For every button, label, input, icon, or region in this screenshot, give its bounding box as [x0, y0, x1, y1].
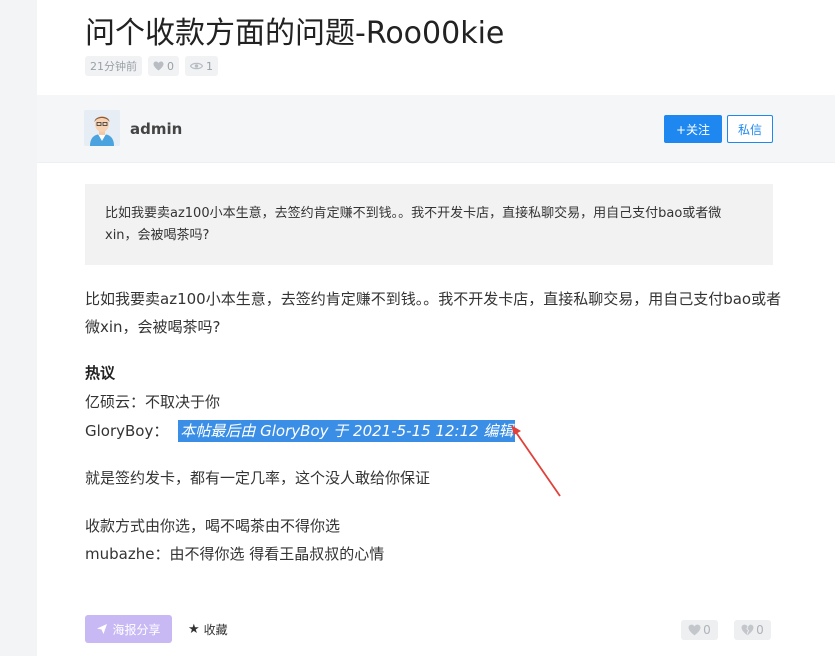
comment-user: GloryBoy — [85, 422, 154, 440]
user-avatar-icon — [84, 110, 120, 146]
like-button[interactable]: 0 — [681, 620, 718, 640]
heart-icon — [153, 61, 164, 71]
views-badge: 1 — [185, 56, 218, 76]
comment-line: GloryBoy： 本帖最后由 GloryBoy 于 2021-5-15 12:1… — [85, 420, 516, 442]
dislike-button[interactable]: 0 — [734, 620, 771, 640]
red-arrow-annotation — [511, 425, 561, 497]
hot-discussion-heading: 热议 — [85, 364, 116, 382]
author-bar: admin +关注 私信 — [37, 95, 835, 163]
eye-icon — [190, 62, 203, 70]
reply-line: 收款方式由你选，喝不喝茶由不得你选 — [85, 517, 341, 535]
follow-button[interactable]: +关注 — [664, 115, 722, 143]
comment-user: 亿硕云 — [85, 393, 131, 411]
broken-heart-icon — [741, 624, 754, 636]
post-body: 比如我要卖az100小本生意，去签约肯定赚不到钱。。我不开发卡店，直接私聊交易，… — [85, 290, 782, 336]
message-button[interactable]: 私信 — [727, 115, 773, 143]
post-card: 问个收款方面的问题-Roo00kie 21分钟前 0 1 admin +关注 私… — [37, 0, 835, 656]
avatar[interactable] — [84, 110, 120, 146]
author-name[interactable]: admin — [130, 120, 182, 138]
paper-plane-icon — [97, 624, 108, 634]
star-icon: ★ — [188, 622, 200, 637]
poster-share-button[interactable]: 海报分享 — [85, 615, 172, 643]
edit-note-highlight: 本帖最后由 GloryBoy 于 2021-5-15 12:12 编辑 — [178, 420, 516, 442]
heart-icon — [688, 624, 701, 636]
post-meta: 21分钟前 0 1 — [85, 56, 218, 76]
reply-line: mubazhe：由不得你选 得看王晶叔叔的心情 — [85, 545, 385, 563]
time-badge: 21分钟前 — [85, 56, 142, 76]
quote-block: 比如我要卖az100小本生意，去签约肯定赚不到钱。。我不开发卡店，直接私聊交易，… — [85, 184, 773, 265]
comment-line: 亿硕云：不取决于你 — [85, 393, 221, 411]
comment-text: 不取决于你 — [145, 393, 221, 411]
likes-badge: 0 — [148, 56, 179, 76]
reply-line: 就是签约发卡，都有一定几率，这个没人敢给你保证 — [85, 469, 431, 487]
favorite-button[interactable]: ★ 收藏 — [188, 621, 228, 638]
page-title: 问个收款方面的问题-Roo00kie — [85, 16, 505, 51]
